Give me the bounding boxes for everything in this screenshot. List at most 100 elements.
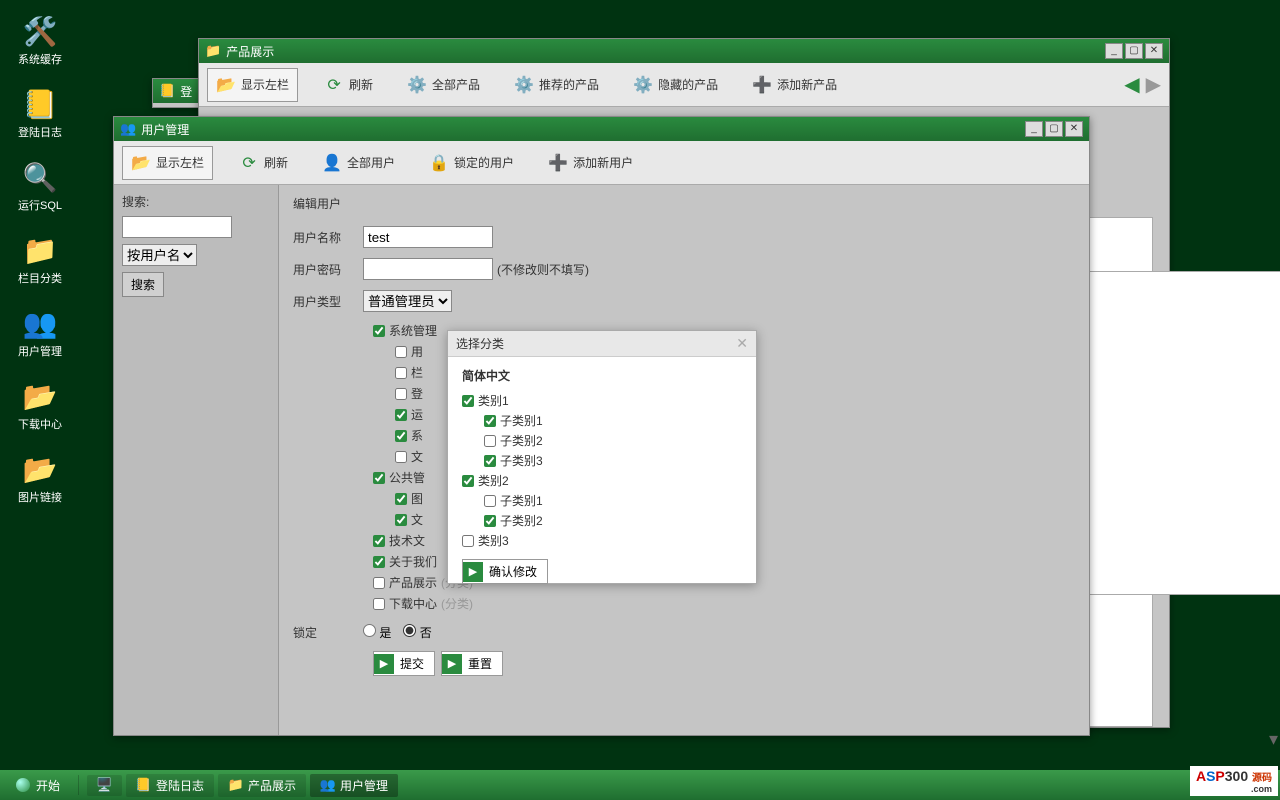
perm-label: 下载中心 — [389, 595, 437, 612]
category-checkbox[interactable] — [484, 455, 496, 467]
play-icon: ▶ — [374, 654, 394, 674]
task-login-log[interactable]: 📒 登陆日志 — [126, 774, 214, 797]
perm-checkbox[interactable] — [395, 346, 407, 358]
button-label: 推荐的产品 — [539, 76, 599, 93]
perm-label: 登 — [411, 385, 423, 402]
button-label: 显示左栏 — [156, 154, 204, 171]
lock-yes-option[interactable]: 是 — [363, 624, 391, 641]
desktop-icon-download[interactable]: 📂 下载中心 — [0, 373, 80, 438]
button-label: 全部用户 — [347, 154, 395, 171]
gear-icon: ⚙️ — [407, 75, 427, 95]
back-arrow-icon[interactable]: ◀ — [1124, 72, 1139, 97]
add-product-button[interactable]: ➕ 添加新产品 — [744, 69, 845, 101]
maximize-button[interactable]: ▢ — [1045, 121, 1063, 137]
category-checkbox[interactable] — [484, 435, 496, 447]
usertype-select[interactable]: 普通管理员 — [363, 290, 452, 312]
perm-checkbox[interactable] — [395, 409, 407, 421]
category-checkbox[interactable] — [484, 495, 496, 507]
perm-checkbox[interactable] — [373, 577, 385, 589]
category-checkbox[interactable] — [484, 415, 496, 427]
search-panel: 搜索: 按用户名 搜索 — [114, 185, 279, 735]
locked-users-button[interactable]: 🔒 锁定的用户 — [421, 147, 522, 179]
watermark-logo: ASP300 源码 .com — [1190, 766, 1278, 796]
perm-checkbox[interactable] — [395, 388, 407, 400]
username-input[interactable] — [363, 226, 493, 248]
recommended-button[interactable]: ⚙️ 推荐的产品 — [506, 69, 607, 101]
desktop-icon-image-link[interactable]: 📂 图片链接 — [0, 446, 80, 511]
task-label: 用户管理 — [340, 777, 388, 794]
category-checkbox[interactable] — [484, 515, 496, 527]
desktop-icon-category[interactable]: 📁 栏目分类 — [0, 227, 80, 292]
tools-icon: 🛠️ — [23, 14, 57, 48]
plus-icon: ➕ — [548, 153, 568, 173]
search-input[interactable] — [122, 216, 232, 238]
select-category-modal[interactable]: 选择分类 ✕ 简体中文 类别1 子类别1 子类别2 子类别3 类别2 子类别1 … — [447, 330, 757, 584]
lock-no-option[interactable]: 否 — [403, 624, 431, 641]
icon-label: 系统缓存 — [18, 51, 62, 67]
close-button[interactable]: ✕ — [1065, 121, 1083, 137]
perm-checkbox[interactable] — [395, 493, 407, 505]
perm-label: 系 — [411, 427, 423, 444]
category-checkbox[interactable] — [462, 395, 474, 407]
task-desktop[interactable]: 🖥️ — [87, 775, 122, 796]
perm-checkbox[interactable] — [395, 514, 407, 526]
hidden-button[interactable]: ⚙️ 隐藏的产品 — [625, 69, 726, 101]
folder-open-icon: 📂 — [131, 153, 151, 173]
maximize-button[interactable]: ▢ — [1125, 43, 1143, 59]
refresh-icon: ⟳ — [239, 153, 259, 173]
category-checkbox[interactable] — [462, 475, 474, 487]
desktop-icon-user-mgmt[interactable]: 👥 用户管理 — [0, 300, 80, 365]
password-input[interactable] — [363, 258, 493, 280]
category-checkbox[interactable] — [462, 535, 474, 547]
window-titlebar[interactable]: 📁 产品展示 _ ▢ ✕ — [199, 39, 1169, 63]
button-label: 确认修改 — [483, 560, 547, 583]
submit-button[interactable]: ▶ 提交 — [373, 651, 435, 676]
perm-label: 产品展示 — [389, 574, 437, 591]
content-whitespace-2 — [1079, 271, 1280, 595]
perm-label: 技术文 — [389, 532, 425, 549]
desktop-icon-system-cache[interactable]: 🛠️ 系统缓存 — [0, 8, 80, 73]
perm-checkbox[interactable] — [373, 472, 385, 484]
confirm-button[interactable]: ▶ 确认修改 — [462, 559, 548, 584]
scroll-down-icon[interactable]: ▾ — [1269, 729, 1278, 750]
search-type-select[interactable]: 按用户名 — [122, 244, 197, 266]
desktop-icon-login-log[interactable]: 📒 登陆日志 — [0, 81, 80, 146]
perm-checkbox[interactable] — [373, 556, 385, 568]
perm-checkbox[interactable] — [395, 451, 407, 463]
perm-checkbox[interactable] — [373, 535, 385, 547]
search-button[interactable]: 搜索 — [122, 272, 164, 297]
book-icon: 📒 — [136, 778, 151, 793]
search-label: 搜索: — [122, 193, 270, 210]
start-button[interactable]: 开始 — [6, 774, 70, 797]
modal-titlebar[interactable]: 选择分类 ✕ — [448, 331, 756, 357]
task-user-mgmt[interactable]: 👥 用户管理 — [310, 774, 398, 797]
all-products-button[interactable]: ⚙️ 全部产品 — [399, 69, 488, 101]
products-toolbar: 📂 显示左栏 ⟳ 刷新 ⚙️ 全部产品 ⚙️ 推荐的产品 ⚙️ 隐藏的产品 ➕ … — [199, 63, 1169, 107]
show-left-button[interactable]: 📂 显示左栏 — [207, 68, 298, 102]
task-products[interactable]: 📁 产品展示 — [218, 774, 306, 797]
desktop-icon-run-sql[interactable]: 🔍 运行SQL — [0, 154, 80, 219]
start-orb-icon — [16, 778, 30, 792]
section-title: 编辑用户 — [293, 195, 1075, 212]
category-label: 类别3 — [478, 532, 509, 549]
refresh-button[interactable]: ⟳ 刷新 — [316, 69, 381, 101]
window-titlebar[interactable]: 👥 用户管理 _ ▢ ✕ — [114, 117, 1089, 141]
minimize-button[interactable]: _ — [1105, 43, 1123, 59]
reset-button[interactable]: ▶ 重置 — [441, 651, 503, 676]
tag-label: (分类) — [441, 595, 473, 612]
folder-icon: 📁 — [205, 43, 221, 59]
refresh-button[interactable]: ⟳ 刷新 — [231, 147, 296, 179]
perm-checkbox[interactable] — [373, 598, 385, 610]
close-icon[interactable]: ✕ — [736, 335, 748, 352]
perm-checkbox[interactable] — [373, 325, 385, 337]
perm-checkbox[interactable] — [395, 367, 407, 379]
close-button[interactable]: ✕ — [1145, 43, 1163, 59]
minimize-button[interactable]: _ — [1025, 121, 1043, 137]
lock-icon: 🔒 — [429, 153, 449, 173]
desktop-icon-list: 🛠️ 系统缓存 📒 登陆日志 🔍 运行SQL 📁 栏目分类 👥 用户管理 📂 下… — [0, 8, 80, 519]
show-left-button[interactable]: 📂 显示左栏 — [122, 146, 213, 180]
perm-checkbox[interactable] — [395, 430, 407, 442]
all-users-button[interactable]: 👤 全部用户 — [314, 147, 403, 179]
add-user-button[interactable]: ➕ 添加新用户 — [540, 147, 641, 179]
password-hint: (不修改则不填写) — [497, 261, 589, 278]
